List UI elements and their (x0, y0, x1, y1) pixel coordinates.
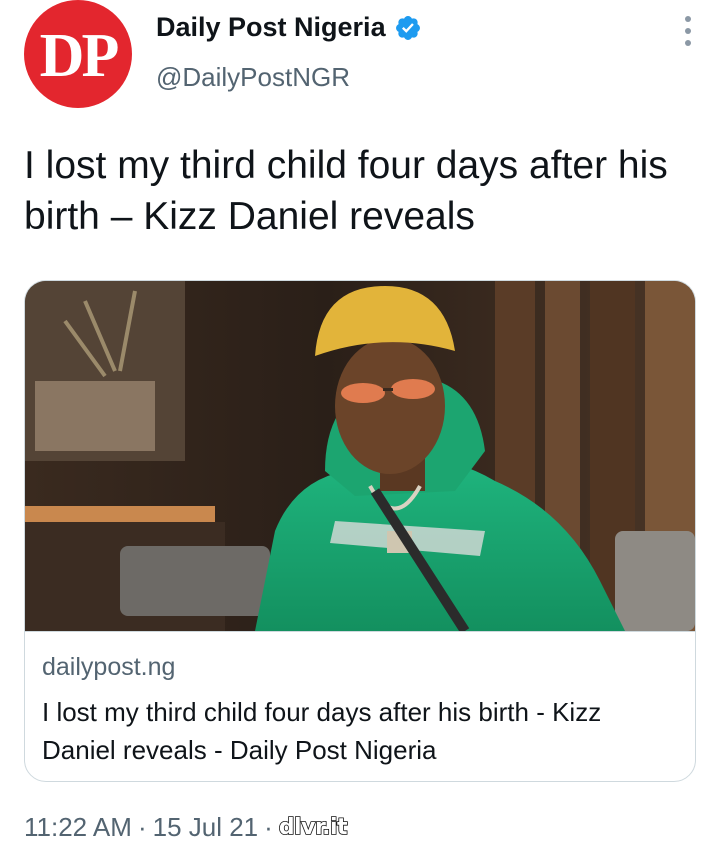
separator-dot: · (137, 812, 147, 842)
tweet-header: DP Daily Post Nigeria @DailyPostNGR (24, 0, 696, 110)
display-name[interactable]: Daily Post Nigeria (156, 12, 386, 43)
tweet-text: I lost my third child four days after hi… (24, 144, 668, 238)
tweet-time[interactable]: 11:22 AM (24, 812, 132, 843)
avatar-logo-text: DP (39, 22, 120, 90)
link-card-title: I lost my third child four days after hi… (42, 697, 602, 765)
link-card[interactable]: dailypost.ng I lost my third child four … (24, 280, 696, 782)
account-handle[interactable]: @DailyPostNGR (156, 62, 350, 93)
name-row: Daily Post Nigeria (156, 12, 422, 43)
tweet-date[interactable]: 15 Jul 21 (153, 812, 259, 843)
link-card-image (25, 281, 695, 632)
link-card-domain: dailypost.ng (42, 653, 176, 681)
separator-dot: · (264, 812, 273, 842)
verified-badge-icon (395, 15, 420, 40)
avatar[interactable]: DP (24, 0, 132, 108)
tweet-metadata: 11:22 AM · 15 Jul 21 · dlvr.it (24, 812, 348, 843)
more-options-icon[interactable] (680, 14, 696, 48)
tweet-source-link[interactable]: dlvr.it (278, 814, 348, 841)
